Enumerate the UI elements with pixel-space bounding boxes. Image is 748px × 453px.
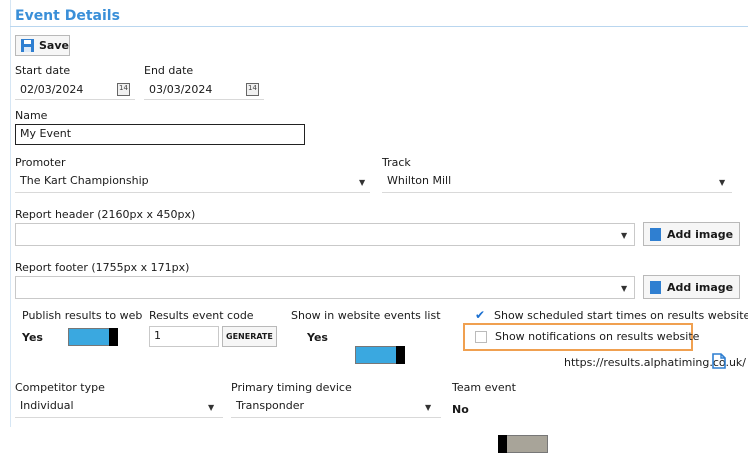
start-date-value: 02/03/2024: [20, 83, 84, 96]
copy-icon[interactable]: [712, 353, 726, 372]
publish-value: Yes: [22, 331, 43, 344]
toggle-knob: [498, 435, 507, 453]
show-list-label: Show in website events list: [291, 309, 441, 322]
promoter-label: Promoter: [15, 156, 66, 169]
save-label: Save: [39, 39, 69, 52]
calendar-icon[interactable]: 14: [117, 83, 130, 96]
report-footer-select[interactable]: [15, 276, 635, 299]
publish-label: Publish results to web: [22, 309, 143, 322]
add-header-image-label: Add image: [667, 227, 734, 241]
show-start-times-option[interactable]: ✔ Show scheduled start times on results …: [475, 308, 748, 322]
notifications-checkbox[interactable]: [475, 330, 487, 343]
promoter-value: The Kart Championship: [20, 174, 149, 187]
track-value: Whilton Mill: [387, 174, 452, 187]
calendar-icon[interactable]: 14: [246, 83, 259, 96]
add-image-icon: [650, 227, 661, 241]
end-date-value: 03/03/2024: [149, 83, 213, 96]
chevron-down-icon: ▼: [208, 403, 215, 412]
chevron-down-icon: ▼: [359, 178, 366, 187]
timing-device-select[interactable]: Transponder: [231, 396, 441, 418]
chevron-down-icon: ▼: [621, 231, 628, 240]
promoter-select[interactable]: The Kart Championship: [15, 171, 370, 193]
chevron-down-icon: ▼: [425, 403, 432, 412]
chevron-down-icon: ▼: [719, 178, 726, 187]
competitor-type-label: Competitor type: [15, 381, 105, 394]
section-title: Event Details: [15, 8, 120, 24]
end-date-label: End date: [144, 64, 194, 77]
save-button[interactable]: Save: [15, 35, 70, 56]
generate-label: GENERATE: [226, 332, 273, 341]
report-header-select[interactable]: [15, 223, 635, 246]
name-input[interactable]: My Event: [15, 124, 305, 145]
show-start-times-label: Show scheduled start times on results we…: [494, 308, 748, 322]
toggle-knob: [109, 328, 118, 346]
add-footer-image-button[interactable]: Add image: [643, 275, 741, 299]
show-list-value: Yes: [307, 331, 328, 344]
timing-device-label: Primary timing device: [231, 381, 352, 394]
team-event-value: No: [452, 403, 469, 416]
chevron-down-icon: ▼: [621, 284, 628, 293]
title-divider: [10, 26, 748, 27]
publish-toggle[interactable]: [68, 328, 118, 346]
toggle-knob: [396, 346, 405, 364]
add-footer-image-label: Add image: [667, 280, 734, 294]
show-notifications-option[interactable]: Show notifications on results website: [475, 330, 699, 343]
show-notifications-label: Show notifications on results website: [495, 330, 700, 343]
add-header-image-button[interactable]: Add image: [643, 222, 741, 246]
competitor-type-value: Individual: [20, 399, 74, 412]
team-event-label: Team event: [452, 381, 516, 394]
results-code-value: 1: [154, 329, 161, 342]
name-label: Name: [15, 109, 48, 122]
timing-device-value: Transponder: [236, 399, 305, 412]
floppy-disk-icon: [21, 39, 34, 52]
report-header-label: Report header (2160px x 450px): [15, 208, 196, 221]
competitor-type-select[interactable]: Individual: [15, 396, 223, 418]
left-border: [10, 0, 11, 427]
generate-button[interactable]: GENERATE: [222, 326, 277, 347]
results-code-input[interactable]: 1: [149, 326, 219, 347]
report-footer-label: Report footer (1755px x 171px): [15, 261, 190, 274]
add-image-icon: [650, 280, 661, 294]
start-date-label: Start date: [15, 64, 71, 77]
show-list-toggle[interactable]: [355, 346, 405, 364]
name-value: My Event: [20, 127, 72, 140]
track-select[interactable]: Whilton Mill: [382, 171, 732, 193]
track-label: Track: [382, 156, 411, 169]
team-event-toggle[interactable]: [498, 435, 548, 453]
checkmark-icon[interactable]: ✔: [475, 308, 489, 322]
results-code-label: Results event code: [149, 309, 254, 322]
